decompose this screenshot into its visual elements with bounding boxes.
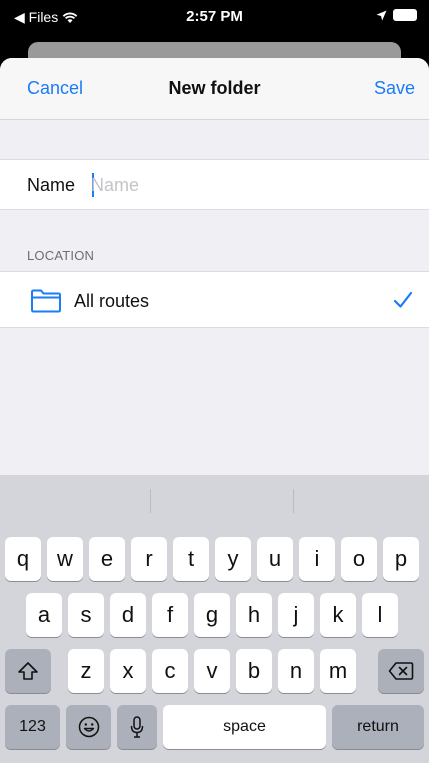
key-r[interactable]: r (131, 537, 167, 581)
keyboard: q w e r t y u i o p a s d f g h j k l z … (0, 475, 429, 763)
key-n[interactable]: n (278, 649, 314, 693)
key-i[interactable]: i (299, 537, 335, 581)
checkmark-icon (393, 291, 413, 308)
status-bar: ◀ Files 2:57 PM (0, 0, 429, 34)
suggestion-bar (0, 475, 429, 525)
key-a[interactable]: a (26, 593, 62, 637)
status-indicators (376, 9, 417, 21)
dictation-key[interactable] (117, 705, 157, 749)
location-label: All routes (74, 291, 150, 311)
key-o[interactable]: o (341, 537, 377, 581)
key-q[interactable]: q (5, 537, 41, 581)
key-c[interactable]: c (152, 649, 188, 693)
cancel-button[interactable]: Cancel (27, 78, 83, 99)
key-w[interactable]: w (47, 537, 83, 581)
folder-icon (31, 289, 61, 313)
navigation-bar: Cancel New folder Save (0, 58, 429, 120)
status-time: 2:57 PM (186, 8, 243, 25)
shift-key[interactable] (5, 649, 51, 693)
return-key[interactable]: return (332, 705, 424, 749)
shift-icon (18, 662, 38, 680)
key-p[interactable]: p (383, 537, 419, 581)
delete-key[interactable] (378, 649, 424, 693)
numbers-key[interactable]: 123 (5, 705, 60, 749)
key-f[interactable]: f (152, 593, 188, 637)
key-x[interactable]: x (110, 649, 146, 693)
key-u[interactable]: u (257, 537, 293, 581)
space-key[interactable]: space (163, 705, 326, 749)
key-j[interactable]: j (278, 593, 314, 637)
key-b[interactable]: b (236, 649, 272, 693)
key-z[interactable]: z (68, 649, 104, 693)
key-k[interactable]: k (320, 593, 356, 637)
key-g[interactable]: g (194, 593, 230, 637)
microphone-icon (130, 716, 144, 738)
key-s[interactable]: s (68, 593, 104, 637)
key-l[interactable]: l (362, 593, 398, 637)
suggestion-divider (150, 489, 151, 513)
delete-icon (388, 662, 414, 680)
key-t[interactable]: t (173, 537, 209, 581)
save-button[interactable]: Save (374, 78, 415, 99)
key-v[interactable]: v (194, 649, 230, 693)
key-y[interactable]: y (215, 537, 251, 581)
location-section-header: LOCATION (27, 248, 95, 263)
location-arrow-icon (376, 10, 387, 20)
emoji-key[interactable] (66, 705, 111, 749)
key-m[interactable]: m (320, 649, 356, 693)
folder-name-input[interactable] (91, 170, 391, 200)
name-row[interactable]: Name (0, 159, 429, 210)
key-d[interactable]: d (110, 593, 146, 637)
emoji-icon (78, 716, 99, 738)
location-option-all-routes[interactable]: All routes (0, 271, 429, 328)
name-label: Name (27, 175, 76, 195)
battery-icon (393, 9, 417, 21)
suggestion-divider (293, 489, 294, 513)
key-h[interactable]: h (236, 593, 272, 637)
key-e[interactable]: e (89, 537, 125, 581)
